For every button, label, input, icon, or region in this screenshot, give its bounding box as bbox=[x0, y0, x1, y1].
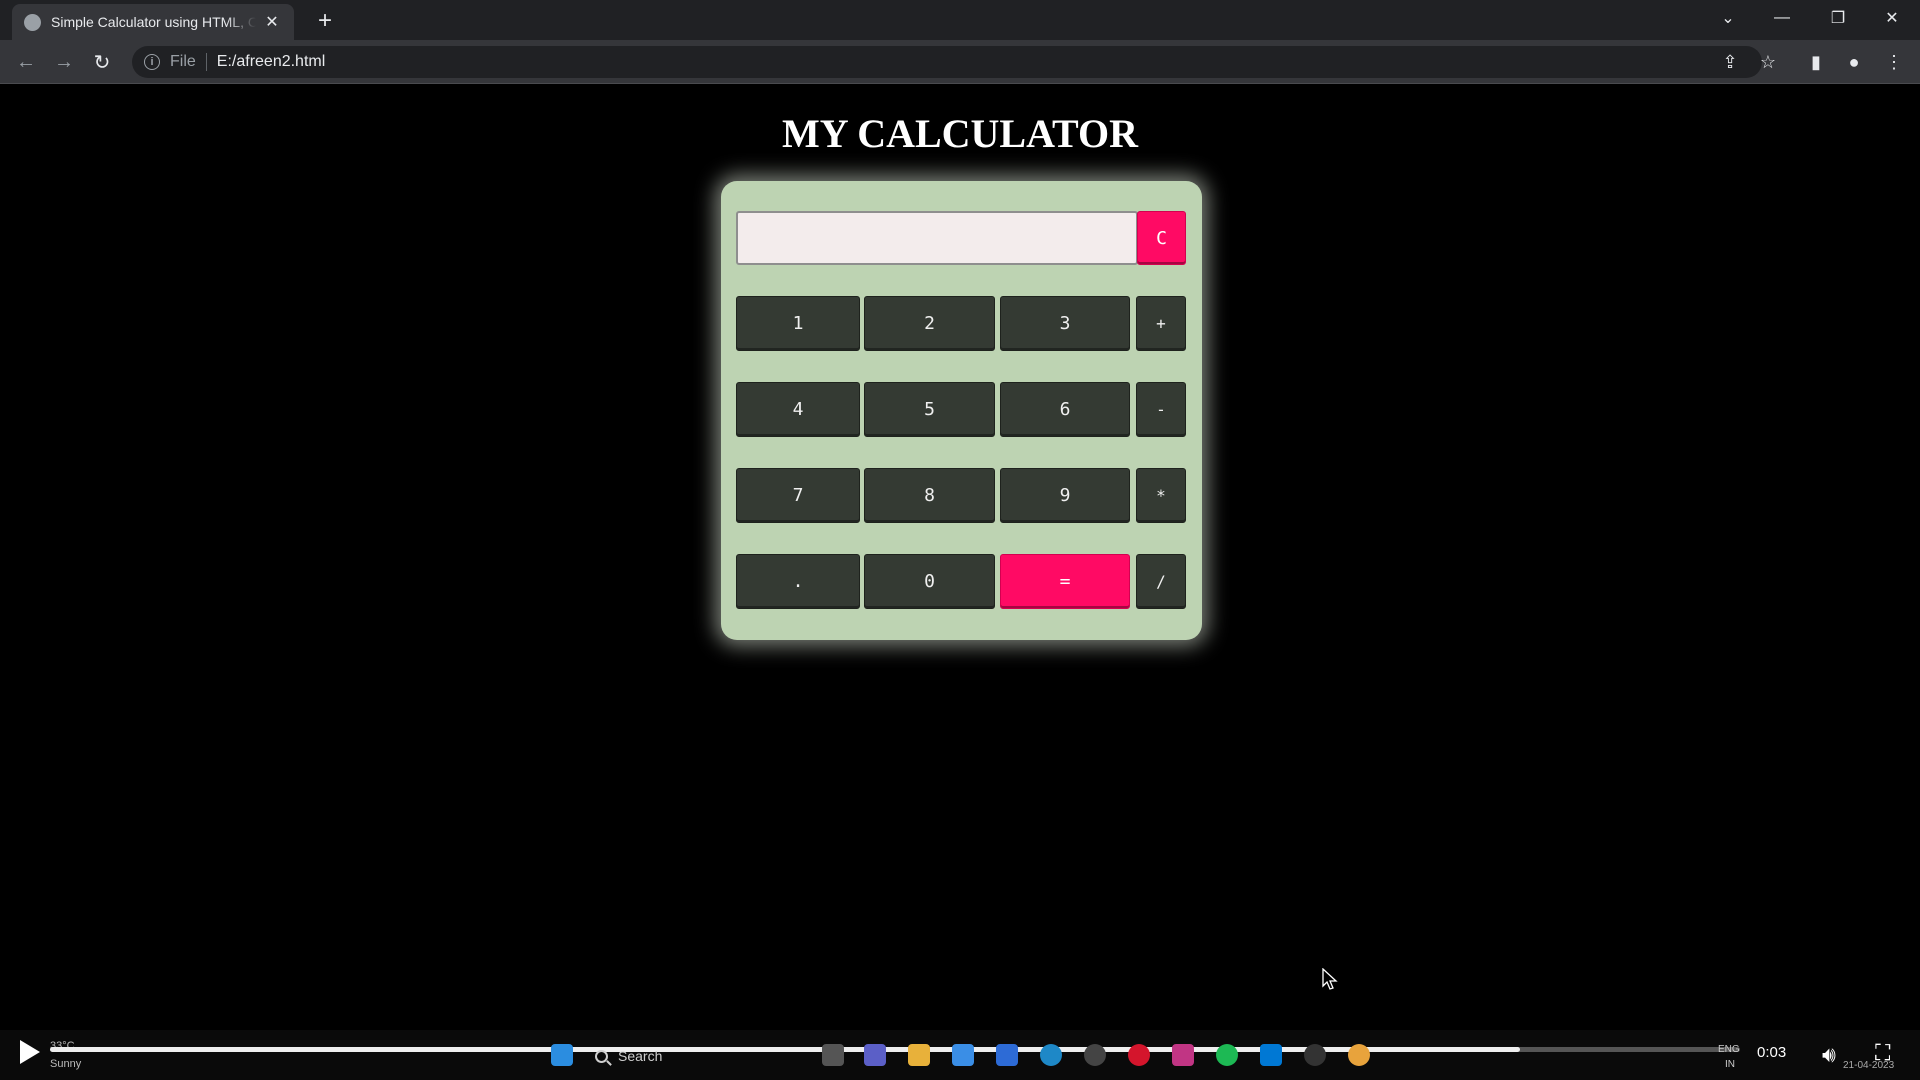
search-icon bbox=[595, 1049, 608, 1063]
fullscreen-icon[interactable]: ⛶ bbox=[1875, 1040, 1903, 1068]
file-explorer-icon[interactable] bbox=[908, 1044, 930, 1066]
dell-icon[interactable] bbox=[1084, 1044, 1106, 1066]
close-tab-icon[interactable]: ✕ bbox=[262, 12, 282, 32]
language-label: ENG bbox=[1718, 1044, 1740, 1055]
minimize-icon[interactable]: — bbox=[1762, 0, 1802, 36]
video-time: 0:03 bbox=[1757, 1044, 1787, 1061]
info-icon[interactable]: i bbox=[144, 54, 160, 70]
equals-button[interactable]: = bbox=[1000, 554, 1130, 609]
weather-condition: Sunny bbox=[50, 1058, 82, 1070]
key-8[interactable]: 8 bbox=[864, 468, 995, 523]
taskbar-search-label: Search bbox=[618, 1048, 663, 1064]
scheme-label: File bbox=[170, 53, 207, 71]
windows-start-icon[interactable] bbox=[551, 1044, 573, 1066]
chrome-icon[interactable] bbox=[1348, 1044, 1370, 1066]
close-window-icon[interactable]: ✕ bbox=[1872, 0, 1912, 36]
profile-icon[interactable]: ● bbox=[1840, 48, 1868, 76]
github-icon[interactable] bbox=[1304, 1044, 1326, 1066]
page-title: MY CALCULATOR bbox=[782, 111, 1138, 156]
teams-icon[interactable] bbox=[864, 1044, 886, 1066]
key-plus[interactable]: + bbox=[1136, 296, 1186, 351]
new-tab-button[interactable]: + bbox=[312, 7, 338, 34]
key-1[interactable]: 1 bbox=[736, 296, 860, 351]
browser-toolbar: ← → ↻ i File E:/afreen2.html ⇪ ☆ ▮ ● ⋮ bbox=[0, 40, 1920, 84]
address-bar[interactable]: i File E:/afreen2.html bbox=[132, 46, 1762, 78]
mouse-pointer-icon bbox=[1322, 968, 1338, 990]
video-player-bar: 33°C Sunny Search ENG IN 0:03 🔊︎ 21-04-2… bbox=[0, 1030, 1920, 1080]
vscode-icon[interactable] bbox=[1260, 1044, 1282, 1066]
key-7[interactable]: 7 bbox=[736, 468, 860, 523]
opera-icon[interactable] bbox=[1128, 1044, 1150, 1066]
reload-icon[interactable]: ↻ bbox=[88, 48, 116, 76]
tab-strip: Simple Calculator using HTML, CSS ✕ + ⌄ … bbox=[0, 0, 1920, 40]
url-text[interactable]: E:/afreen2.html bbox=[217, 53, 326, 71]
key-4[interactable]: 4 bbox=[736, 382, 860, 437]
key-multiply[interactable]: * bbox=[1136, 468, 1186, 523]
browser-tab[interactable]: Simple Calculator using HTML, CSS ✕ bbox=[12, 4, 294, 40]
tab-title: Simple Calculator using HTML, CSS bbox=[51, 14, 256, 30]
key-divide[interactable]: / bbox=[1136, 554, 1186, 609]
key-2[interactable]: 2 bbox=[864, 296, 995, 351]
key-minus[interactable]: - bbox=[1136, 382, 1186, 437]
calculator-display[interactable] bbox=[736, 211, 1138, 265]
restore-icon[interactable]: ❐ bbox=[1818, 0, 1858, 36]
instagram-icon[interactable] bbox=[1172, 1044, 1194, 1066]
side-panel-icon[interactable]: ▮ bbox=[1802, 48, 1830, 76]
task-view-icon[interactable] bbox=[822, 1044, 844, 1066]
forward-arrow-icon[interactable]: → bbox=[50, 48, 78, 76]
calculator-body: C 1 2 3 + 4 5 6 - 7 8 9 * . 0 = / bbox=[721, 181, 1202, 640]
edge-icon[interactable] bbox=[1040, 1044, 1062, 1066]
share-icon[interactable]: ⇪ bbox=[1716, 48, 1744, 76]
menu-dots-icon[interactable]: ⋮ bbox=[1880, 48, 1908, 76]
video-progress-track[interactable] bbox=[50, 1047, 1740, 1052]
spotify-icon[interactable] bbox=[1216, 1044, 1238, 1066]
key-3[interactable]: 3 bbox=[1000, 296, 1130, 351]
key-decimal[interactable]: . bbox=[736, 554, 860, 609]
clear-button[interactable]: C bbox=[1137, 211, 1186, 265]
bookmark-star-icon[interactable]: ☆ bbox=[1754, 48, 1782, 76]
key-5[interactable]: 5 bbox=[864, 382, 995, 437]
video-progress-fill bbox=[50, 1047, 1521, 1052]
key-6[interactable]: 6 bbox=[1000, 382, 1130, 437]
region-label: IN bbox=[1725, 1059, 1735, 1070]
calculator-app-icon[interactable] bbox=[996, 1044, 1018, 1066]
taskbar-search[interactable]: Search bbox=[595, 1044, 785, 1068]
back-arrow-icon[interactable]: ← bbox=[12, 48, 40, 76]
globe-icon bbox=[24, 13, 41, 31]
key-9[interactable]: 9 bbox=[1000, 468, 1130, 523]
tab-search-icon[interactable]: ⌄ bbox=[1708, 0, 1748, 36]
mail-icon[interactable] bbox=[952, 1044, 974, 1066]
key-0[interactable]: 0 bbox=[864, 554, 995, 609]
play-icon[interactable] bbox=[20, 1040, 40, 1064]
